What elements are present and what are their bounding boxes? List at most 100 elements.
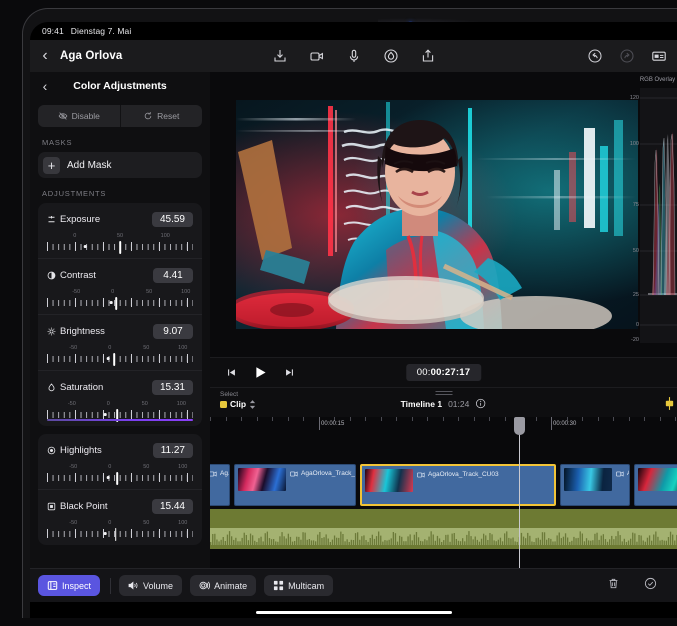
scope-axis-label: 120 xyxy=(630,95,639,101)
adjustment-row-brightness[interactable]: Brightness9.07-50050100 xyxy=(38,314,202,370)
top-toolbar-center xyxy=(272,48,436,64)
adjustment-slider[interactable]: -50050100 xyxy=(47,464,193,485)
bottom-button-multicam[interactable]: Multicam xyxy=(264,575,333,596)
add-mask-label: Add Mask xyxy=(67,160,111,171)
ruler-zero-dot xyxy=(84,245,87,248)
microphone-icon[interactable] xyxy=(346,48,362,64)
audio-track[interactable] xyxy=(210,509,677,549)
adjustment-slider[interactable]: -50050100 xyxy=(47,345,193,366)
adjustment-slider[interactable]: 050100 xyxy=(47,233,193,254)
magic-icon[interactable] xyxy=(383,48,399,64)
adjustment-label: Black Point xyxy=(60,501,152,512)
playhead-handle[interactable] xyxy=(514,417,525,435)
scope-plot: 120 100 75 50 25 0 -20 xyxy=(640,88,677,343)
timeline-clip-selected[interactable]: AgaOrlova_Track_CU03 xyxy=(360,464,556,506)
adjustment-slider[interactable]: -50050100 xyxy=(47,520,193,541)
adjustment-row-highlights[interactable]: Highlights11.27 -50050100 xyxy=(38,434,202,489)
masks-section-label: MASKS xyxy=(42,138,210,147)
bottom-toolbar: Inspect Volume Animate Multicam xyxy=(30,568,677,602)
timeline-ruler[interactable]: 00:00:1500:00:30 xyxy=(210,417,677,431)
ruler-minor-tick xyxy=(458,417,459,421)
undo-icon[interactable] xyxy=(587,48,603,64)
video-clip-icon xyxy=(616,471,624,477)
adjustment-label: Highlights xyxy=(60,445,153,456)
adjustment-value[interactable]: 45.59 xyxy=(152,212,193,227)
panel-layout-icon[interactable] xyxy=(651,48,667,64)
select-value-label: Clip xyxy=(230,399,246,409)
info-icon[interactable] xyxy=(475,398,486,409)
audio-waveform xyxy=(210,528,677,545)
skip-previous-icon[interactable] xyxy=(226,367,237,378)
disable-label: Disable xyxy=(72,111,100,121)
ruler-tick-label: 50 xyxy=(143,345,149,351)
adjustment-value[interactable]: 9.07 xyxy=(153,324,193,339)
adjustments-group-primary: Exposure45.59050100Contrast4.41-50050100… xyxy=(38,203,202,426)
video-track[interactable]: Ag...AgaOrlova_Track_Wid… AgaOrlova_Track… xyxy=(210,464,677,506)
adjustment-row-black-point[interactable]: Black Point15.44 -50050100 xyxy=(38,489,202,545)
disable-button[interactable]: Disable xyxy=(38,105,120,127)
adjustment-slider[interactable]: -50050100 xyxy=(47,401,193,422)
top-navigation-bar: ‹ Aga Orlova xyxy=(30,40,677,72)
animate-icon xyxy=(199,580,210,591)
ruler-scale: -50050100 xyxy=(47,520,193,527)
adjustment-value[interactable]: 11.27 xyxy=(153,443,193,458)
ruler-tick-label: 100 xyxy=(161,233,170,239)
check-circle-icon[interactable] xyxy=(644,577,657,595)
bottom-button-volume[interactable]: Volume xyxy=(119,575,182,596)
status-date: Dienstag 7. Mai xyxy=(71,26,132,36)
timeline-duration: 01:24 xyxy=(448,399,469,409)
timeline-clip[interactable] xyxy=(634,464,677,506)
clip-name: AgaOrlova_Track_CU03 xyxy=(428,471,499,478)
adjustment-row-saturation[interactable]: Saturation15.31-50050100 xyxy=(38,370,202,426)
add-mask-button[interactable]: + Add Mask xyxy=(38,152,202,178)
slider-handle[interactable] xyxy=(116,297,118,310)
playhead[interactable] xyxy=(519,417,520,568)
bottom-button-inspect[interactable]: Inspect xyxy=(38,575,100,596)
back-chevron-icon[interactable]: ‹ xyxy=(30,48,60,64)
slider-handle[interactable] xyxy=(115,528,117,541)
status-time: 09:41 xyxy=(42,26,64,36)
timeline-clip[interactable]: A… xyxy=(560,464,630,506)
trash-icon[interactable] xyxy=(607,577,620,595)
adjustment-value[interactable]: 15.44 xyxy=(152,499,193,514)
ruler-tick-label: -50 xyxy=(68,401,76,407)
adjustment-value[interactable]: 4.41 xyxy=(153,268,193,283)
slider-handle[interactable] xyxy=(116,472,118,485)
adjustment-row-exposure[interactable]: Exposure45.59050100 xyxy=(38,203,202,258)
panel-grabber[interactable] xyxy=(435,391,452,395)
import-icon[interactable] xyxy=(272,48,288,64)
sidebar-header: ‹ Color Adjustments xyxy=(30,72,210,100)
video-preview[interactable] xyxy=(236,100,638,329)
disable-reset-group: Disable Reset xyxy=(38,105,202,127)
adjustment-slider[interactable]: -50050100 xyxy=(47,289,193,310)
play-icon[interactable] xyxy=(253,365,268,380)
reset-button[interactable]: Reset xyxy=(120,105,203,127)
timeline-clip[interactable]: AgaOrlova_Track_Wid… xyxy=(234,464,356,506)
ruler-tick-label: 0 xyxy=(111,289,114,295)
ruler-scale: 050100 xyxy=(47,233,193,240)
timecode-main: 00:27:17 xyxy=(431,367,471,378)
ruler-minor-tick xyxy=(350,417,351,421)
bottom-button-label: Volume xyxy=(143,581,173,591)
split-icon[interactable] xyxy=(664,397,675,415)
timecode-display[interactable]: 00:00:27:17 xyxy=(406,364,481,381)
scope-axis-label: 0 xyxy=(636,322,639,328)
timeline-clip[interactable]: Ag... xyxy=(210,464,230,506)
exposure-icon xyxy=(47,215,60,224)
ruler-time-label: 00:00:30 xyxy=(551,421,576,427)
skip-next-icon[interactable] xyxy=(284,367,295,378)
share-icon[interactable] xyxy=(420,48,436,64)
slider-handle[interactable] xyxy=(113,353,115,366)
bottom-button-animate[interactable]: Animate xyxy=(190,575,256,596)
adjustment-value[interactable]: 15.31 xyxy=(152,380,193,395)
ruler-minor-tick xyxy=(381,417,382,421)
clip-thumbnail xyxy=(564,468,612,491)
select-mode-control[interactable]: Select Clip xyxy=(220,391,256,409)
slider-handle[interactable] xyxy=(119,241,121,254)
redo-icon[interactable] xyxy=(619,48,635,64)
ruler-minor-tick xyxy=(241,417,242,421)
timeline-panel[interactable]: 00:00:1500:00:30 Ag...AgaOrlova_Track_Wi… xyxy=(210,417,677,568)
adjustment-row-contrast[interactable]: Contrast4.41-50050100 xyxy=(38,258,202,314)
rgb-overlay-scope[interactable]: RGB Overlay xyxy=(638,72,677,357)
video-camera-icon[interactable] xyxy=(309,48,325,64)
